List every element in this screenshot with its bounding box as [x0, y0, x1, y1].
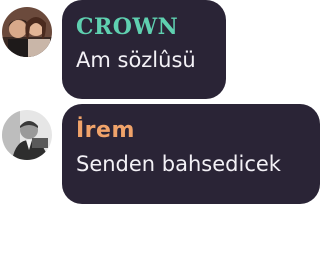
sender-name[interactable]: İrem — [76, 117, 306, 145]
sender-name[interactable]: CROWN — [76, 13, 212, 41]
message-bubble[interactable]: İrem Senden bahsedicek — [62, 104, 320, 204]
message-text: Am sözlûsü — [76, 48, 196, 72]
sender-avatar[interactable] — [2, 110, 52, 160]
message-bubble[interactable]: CROWN Am sözlûsü — [62, 0, 226, 99]
chat-area: CROWN Am sözlûsü İrem Senden bahsedicek — [0, 0, 320, 257]
group-photo-avatar-image — [2, 7, 52, 57]
sender-avatar[interactable] — [2, 7, 52, 57]
message-text: Senden bahsedicek — [76, 152, 281, 176]
black-and-white-portrait-avatar-image — [2, 110, 52, 160]
